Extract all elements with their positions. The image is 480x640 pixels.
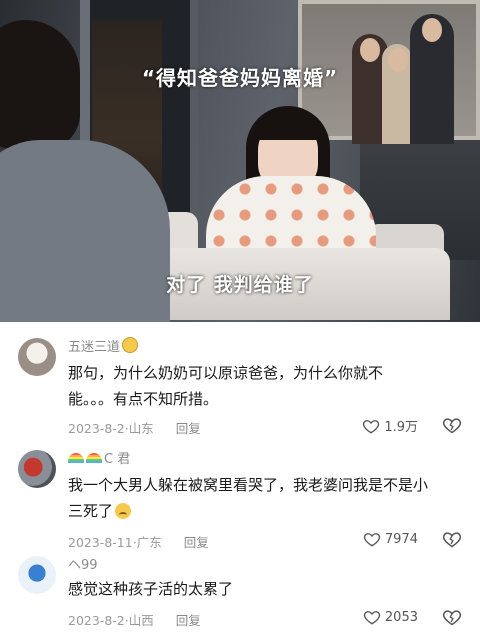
comment-meta: 2023-8-2·山西 回复 xyxy=(68,613,201,628)
comment-date: 2023-8-2 xyxy=(68,421,125,436)
comment-username[interactable]: C 君 xyxy=(68,448,130,467)
grinning-emoji-icon xyxy=(122,337,139,353)
like-button[interactable]: 2053 xyxy=(363,608,418,626)
photo-face xyxy=(360,38,380,62)
rainbow-icon xyxy=(68,453,84,463)
like-count: 2053 xyxy=(384,609,418,625)
like-count: 1.9万 xyxy=(384,420,418,435)
comment-username[interactable]: 五迷三道 xyxy=(68,336,139,355)
comment-list: 五迷三道 那句，为什么奶奶可以原谅爸爸，为什么你就不 能。。。有点不知所措。 2… xyxy=(0,322,480,640)
comment-date: 2023-8-2 xyxy=(68,613,125,628)
comment-meta: 2023-8-2·山东 回复 xyxy=(68,421,201,436)
comment-text: 我一个大男人躲在被窝里看哭了，我老婆问我是不是小 三死了 xyxy=(68,472,468,524)
comment-date: 2023-8-11 xyxy=(68,535,133,550)
username-text: C 君 xyxy=(104,452,131,467)
comment-text: 那句，为什么奶奶可以原谅爸爸，为什么你就不 能。。。有点不知所措。 xyxy=(68,360,468,412)
heart-icon xyxy=(363,533,381,547)
comment-location: 广东 xyxy=(136,535,162,550)
heart-icon xyxy=(363,419,380,434)
reply-button[interactable]: 回复 xyxy=(176,613,201,628)
like-button[interactable]: 7974 xyxy=(363,530,418,548)
like-button[interactable]: 1.9万 xyxy=(362,416,418,435)
comment-item: ヘ99 感觉这种孩子活的太累了 2023-8-2·山西 回复 2053 xyxy=(0,554,480,640)
comment-text-line: 我一个大男人躲在被窝里看哭了，我老婆问我是不是小 xyxy=(68,476,429,494)
video-frame[interactable]: “得知爸爸妈妈离婚” 对了 我判给谁了 xyxy=(0,0,480,322)
comment-username[interactable]: ヘ99 xyxy=(68,554,98,573)
comment-text: 感觉这种孩子活的太累了 xyxy=(68,576,468,602)
username-text: ヘ99 xyxy=(68,558,98,573)
comment-location: 山西 xyxy=(128,613,154,628)
comment-location: 山东 xyxy=(128,421,154,436)
avatar[interactable] xyxy=(18,450,56,488)
comment-meta: 2023-8-11·广东 回复 xyxy=(68,535,209,550)
reply-button[interactable]: 回复 xyxy=(176,421,201,436)
like-count: 7974 xyxy=(384,531,418,547)
video-subtitle: 对了 我判给谁了 xyxy=(166,274,314,296)
comment-text-line: 能。。。有点不知所措。 xyxy=(68,390,219,408)
comment-text-line: 三死了 xyxy=(68,502,114,520)
comment-text-line: 那句，为什么奶奶可以原谅爸爸，为什么你就不 xyxy=(68,364,384,382)
broken-heart-icon[interactable] xyxy=(442,415,462,435)
heart-icon xyxy=(363,611,381,625)
rainbow-icon xyxy=(86,453,102,463)
photo-face xyxy=(422,18,442,42)
video-top-caption: “得知爸爸妈妈离婚” xyxy=(141,66,339,90)
reply-button[interactable]: 回复 xyxy=(184,535,209,550)
comment-text-line: 感觉这种孩子活的太累了 xyxy=(68,580,234,598)
avatar[interactable] xyxy=(18,338,56,376)
username-text: 五迷三道 xyxy=(68,340,121,355)
comment-item: 五迷三道 那句，为什么奶奶可以原谅爸爸，为什么你就不 能。。。有点不知所措。 2… xyxy=(0,330,480,438)
girl-bangs xyxy=(256,112,320,140)
broken-heart-icon[interactable] xyxy=(442,607,462,627)
crying-emoji-icon xyxy=(115,503,132,519)
avatar[interactable] xyxy=(18,556,56,594)
broken-heart-icon[interactable] xyxy=(442,529,462,549)
comment-item: C 君 我一个大男人躲在被窝里看哭了，我老婆问我是不是小 三死了 2023-8-… xyxy=(0,446,480,554)
